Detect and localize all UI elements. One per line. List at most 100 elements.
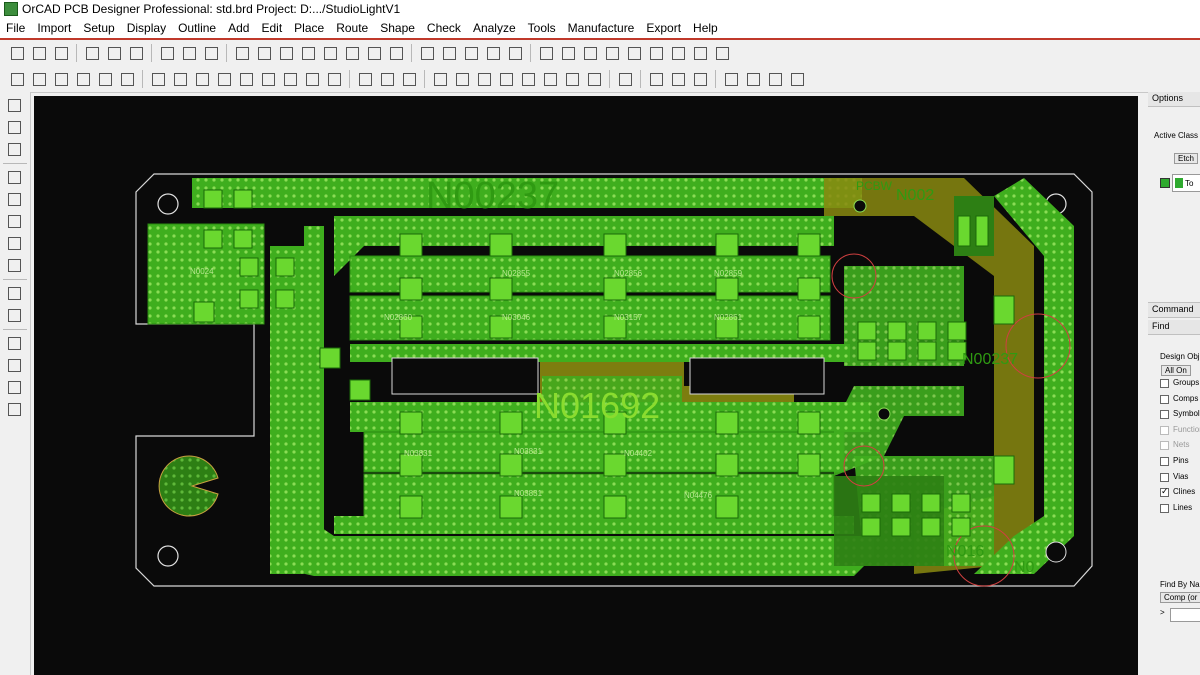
pcb-canvas[interactable]: N00237 N01692 N002 N00237 N016 N0 PCBW N… (34, 96, 1138, 675)
rectangle-icon[interactable] (5, 356, 23, 374)
window-icon[interactable] (722, 70, 740, 88)
stats-icon[interactable] (669, 44, 687, 62)
menu-place[interactable]: Place (288, 21, 330, 35)
shape-merge-icon[interactable] (281, 70, 299, 88)
place2-icon[interactable] (453, 70, 471, 88)
swap-icon[interactable] (647, 70, 665, 88)
zoom-fit-icon[interactable] (277, 44, 295, 62)
layer3-icon[interactable] (52, 70, 70, 88)
menu-setup[interactable]: Setup (77, 21, 120, 35)
menu-tools[interactable]: Tools (522, 21, 562, 35)
place-icon[interactable] (431, 70, 449, 88)
shape-rect2-icon[interactable] (171, 70, 189, 88)
grid-icon[interactable] (233, 44, 251, 62)
subclass-select[interactable]: To (1172, 174, 1200, 192)
shape-void-icon[interactable] (259, 70, 277, 88)
route-bubble-icon[interactable] (5, 212, 23, 230)
find-checkbox-groups[interactable] (1160, 379, 1169, 388)
find-checkbox-pins[interactable] (1160, 457, 1169, 466)
find-checkbox-nets[interactable] (1160, 441, 1169, 451)
delay-tune-icon[interactable] (5, 140, 23, 158)
find-checkbox-comps[interactable] (1160, 394, 1169, 404)
highlight-icon[interactable] (603, 44, 621, 62)
film-icon[interactable] (506, 44, 524, 62)
new-icon[interactable] (8, 44, 26, 62)
dimension3-icon[interactable] (400, 70, 418, 88)
active-class-select[interactable]: Etch (1174, 153, 1199, 164)
text-edit-icon[interactable] (5, 400, 23, 418)
route-icon[interactable] (616, 70, 634, 88)
save-icon[interactable] (52, 44, 70, 62)
layers-icon[interactable] (484, 44, 502, 62)
route-interactive-icon[interactable] (5, 284, 23, 302)
find-checkbox-clines[interactable] (1160, 486, 1169, 498)
shape-poly-icon[interactable] (215, 70, 233, 88)
menu-export[interactable]: Export (640, 21, 687, 35)
redo-icon[interactable] (180, 44, 198, 62)
menu-import[interactable]: Import (31, 21, 77, 35)
text-icon[interactable] (5, 378, 23, 396)
open-icon[interactable] (30, 44, 48, 62)
zoom-previous-icon[interactable] (343, 44, 361, 62)
help-icon[interactable] (788, 70, 806, 88)
place5-icon[interactable] (519, 70, 537, 88)
timer-icon[interactable] (691, 44, 709, 62)
menu-file[interactable]: File (0, 21, 31, 35)
menu-add[interactable]: Add (222, 21, 255, 35)
properties-icon[interactable] (462, 44, 480, 62)
line-icon[interactable] (5, 334, 23, 352)
swap2-icon[interactable] (669, 70, 687, 88)
route-group-icon[interactable] (5, 306, 23, 324)
layer1-icon[interactable] (8, 70, 26, 88)
menu-analyze[interactable]: Analyze (467, 21, 522, 35)
copy-icon[interactable] (105, 44, 123, 62)
find-checkbox-functions[interactable] (1160, 425, 1169, 435)
3d-view-icon[interactable] (387, 44, 405, 62)
zoom-out-icon[interactable] (321, 44, 339, 62)
find-by-name-type-select[interactable]: Comp (or P (1160, 592, 1200, 603)
shape-select-icon[interactable] (325, 70, 343, 88)
route-fanout-icon[interactable] (5, 234, 23, 252)
zoom-world-icon[interactable] (365, 44, 383, 62)
find-checkbox-symbols[interactable] (1160, 410, 1169, 420)
menu-display[interactable]: Display (121, 21, 172, 35)
layer2-icon[interactable] (30, 70, 48, 88)
info-icon[interactable] (537, 44, 555, 62)
move-icon[interactable] (83, 44, 101, 62)
bulb-icon[interactable] (647, 44, 665, 62)
shape-edit-icon[interactable] (303, 70, 321, 88)
zoom-points-icon[interactable] (255, 44, 273, 62)
place3-icon[interactable] (475, 70, 493, 88)
menu-edit[interactable]: Edit (255, 21, 288, 35)
place7-icon[interactable] (563, 70, 581, 88)
layer4-icon[interactable] (74, 70, 92, 88)
shape-rect-icon[interactable] (149, 70, 167, 88)
menu-help[interactable]: Help (687, 21, 724, 35)
menu-outline[interactable]: Outline (172, 21, 222, 35)
find-checkbox-vias[interactable] (1160, 472, 1169, 482)
menu-route[interactable]: Route (330, 21, 374, 35)
find-by-name-arrow[interactable]: > (1160, 608, 1165, 617)
place4-icon[interactable] (497, 70, 515, 88)
menu-shape[interactable]: Shape (374, 21, 421, 35)
place6-icon[interactable] (541, 70, 559, 88)
layer6-icon[interactable] (118, 70, 136, 88)
swap3-icon[interactable] (691, 70, 709, 88)
select-active-icon[interactable] (713, 44, 731, 62)
route-auto-icon[interactable] (5, 256, 23, 274)
window2-icon[interactable] (744, 70, 762, 88)
shape-circle-icon[interactable] (193, 70, 211, 88)
zoom-in-icon[interactable] (299, 44, 317, 62)
route-spread-icon[interactable] (5, 190, 23, 208)
undo-icon[interactable] (158, 44, 176, 62)
route-custom-icon[interactable] (5, 168, 23, 186)
pin-icon[interactable] (202, 44, 220, 62)
measure-icon[interactable] (559, 44, 577, 62)
pcb-board-drawing[interactable]: N00237 N01692 N002 N00237 N016 N0 PCBW N… (34, 96, 1138, 675)
layer5-icon[interactable] (96, 70, 114, 88)
place8-icon[interactable] (585, 70, 603, 88)
sun-icon[interactable] (625, 44, 643, 62)
color-icon[interactable] (440, 44, 458, 62)
menu-check[interactable]: Check (421, 21, 467, 35)
dimension2-icon[interactable] (378, 70, 396, 88)
